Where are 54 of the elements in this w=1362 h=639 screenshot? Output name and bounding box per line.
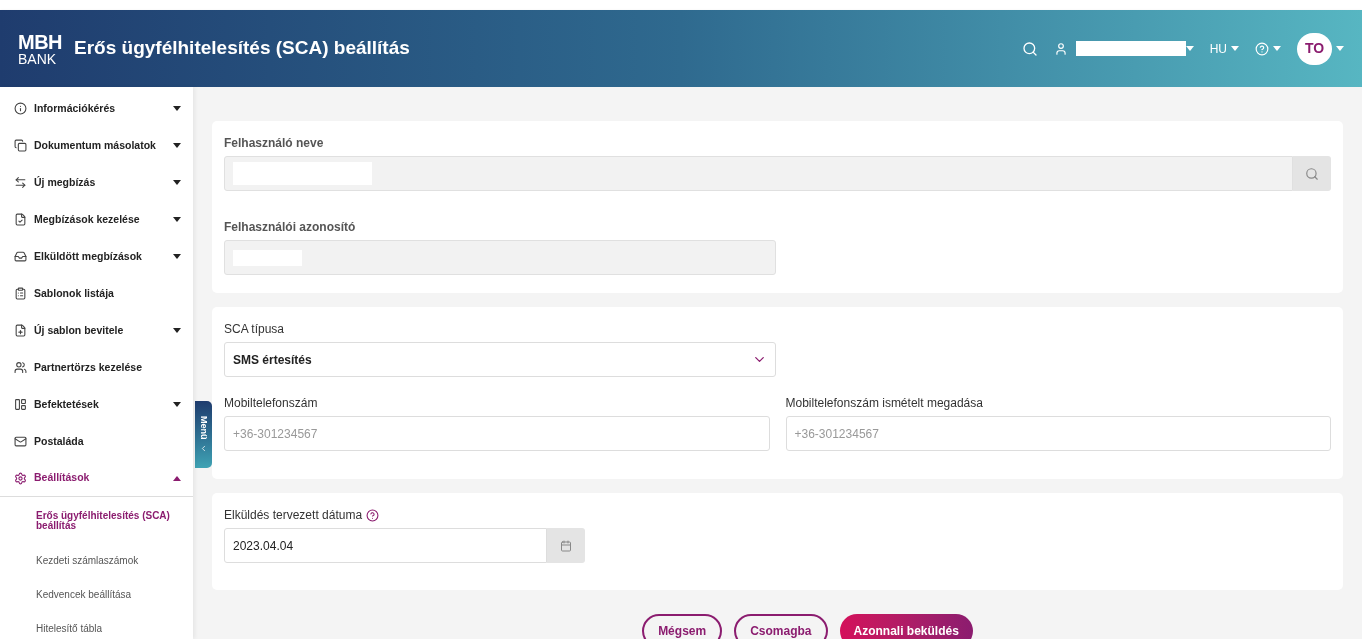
file-plus-icon <box>14 324 27 337</box>
action-button[interactable]: Azonnali beküldés <box>839 614 973 639</box>
submenu-item[interactable]: Hitelesítő tábla <box>0 612 193 639</box>
mail-icon <box>14 435 27 448</box>
caret-icon <box>1185 46 1194 51</box>
chevron-left-icon <box>199 443 208 453</box>
date-field[interactable]: 2023.04.04 <box>224 528 547 563</box>
caret-icon <box>1273 46 1281 51</box>
sidebar-item[interactable]: Dokumentum másolatok <box>0 127 193 164</box>
sidebar-item[interactable]: Információkérés <box>0 90 193 127</box>
field-label: Mobiltelefonszám ismételt megadása <box>785 395 984 412</box>
page-title: Erős ügyfélhitelesítés (SCA) beállítás <box>74 36 410 61</box>
submenu-item[interactable]: Erős ügyfélhitelesítés (SCA) beállítás <box>0 497 193 544</box>
field-label: SCA típusa <box>224 321 286 338</box>
field-label: Felhasználói azonosító <box>224 219 357 236</box>
calendar-button[interactable] <box>547 528 585 563</box>
search-button[interactable] <box>1293 156 1331 191</box>
sidebar-item[interactable]: Partnertörzs kezelése <box>0 349 193 386</box>
phone-field[interactable]: +36-301234567 <box>224 416 770 451</box>
settings-icon <box>14 471 27 485</box>
caret-icon <box>1336 46 1344 51</box>
user-icon <box>1053 41 1068 56</box>
clipboard-icon <box>14 287 27 300</box>
sca-type-select[interactable]: SMS értesítés <box>224 342 776 377</box>
search-icon <box>1305 166 1319 181</box>
people-icon <box>14 361 27 374</box>
calendar-icon <box>560 539 572 552</box>
field-label: Mobiltelefonszám <box>224 395 319 412</box>
field-label: Elküldés tervezett dátuma <box>224 507 363 524</box>
panel-icon <box>14 398 27 411</box>
avatar[interactable]: TO <box>1297 32 1332 65</box>
sidebar-item[interactable]: Megbízások kezelése <box>0 201 193 238</box>
document-check-icon <box>14 213 27 226</box>
sidebar-item[interactable]: Befektetések <box>0 386 193 423</box>
action-button[interactable]: Csomagba <box>734 614 828 639</box>
submenu-item[interactable]: Kezdeti számlaszámok <box>0 544 193 578</box>
sidebar-item[interactable]: Új sablon bevitele <box>0 312 193 349</box>
help-icon[interactable] <box>366 508 380 522</box>
sidebar-item[interactable]: Új megbízás <box>0 164 193 201</box>
submenu-item[interactable]: Kedvencek beállítása <box>0 578 193 612</box>
logo[interactable]: MBH BANK <box>18 31 63 66</box>
menu-toggle-tab[interactable]: Menü <box>195 401 212 468</box>
field-label: Felhasználó neve <box>224 135 325 152</box>
tray-icon <box>14 250 27 263</box>
action-button[interactable]: Mégsem <box>642 614 723 639</box>
info-icon <box>14 102 27 115</box>
phone-repeat-field[interactable]: +36-301234567 <box>785 416 1331 451</box>
copy-icon <box>14 139 27 152</box>
sidebar-item[interactable]: Elküldött megbízások <box>0 238 193 275</box>
arrows-icon <box>14 176 27 189</box>
sidebar-item[interactable]: Postaláda <box>0 423 193 460</box>
caret-icon <box>1231 46 1239 51</box>
sidebar-item[interactable]: Sablonok listája <box>0 275 193 312</box>
search-icon[interactable] <box>1021 40 1038 57</box>
